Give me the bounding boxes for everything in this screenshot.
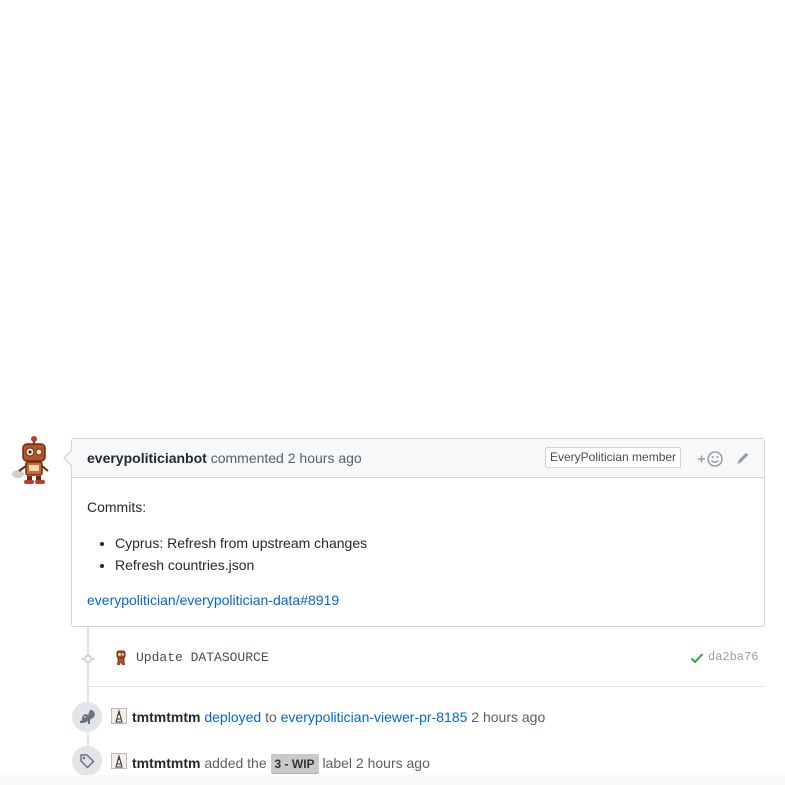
comment-action: commented [210,450,284,466]
edit-button[interactable] [735,450,751,466]
commit-sha[interactable]: da2ba76 [708,650,758,664]
comment-box: everypoliticianbot commented 2 hours ago… [63,438,765,627]
deploy-actor[interactable]: tmtmtmtm [132,709,200,725]
comment-body: Commits: Cyprus: Refresh from upstream c… [87,496,749,611]
deploy-event-text: tmtmtmtm deployed to everypolitician-vie… [132,709,545,725]
label-actor[interactable]: tmtmtmtm [132,755,200,771]
deploy-time[interactable]: 2 hours ago [471,709,545,725]
deployed-link[interactable]: deployed [204,709,261,725]
label-event-text: tmtmtmtm added the 3 - WIP label 2 hours… [132,754,430,774]
timeline-divider [87,686,765,687]
pencil-icon [737,452,749,464]
label-time[interactable]: 2 hours ago [356,755,430,771]
add-reaction-button[interactable] [696,449,724,469]
wip-label[interactable]: 3 - WIP [270,754,319,774]
list-item: Cyprus: Refresh from upstream changes [115,532,749,554]
deploy-badge [72,702,102,732]
smiley-icon [698,451,723,467]
list-item: Refresh countries.json [115,554,749,576]
commit-message[interactable]: Update DATASOURCE [136,650,269,665]
pr-reference-link[interactable]: everypolitician/everypolitician-data#891… [87,589,749,611]
deploy-connector: to [265,709,277,725]
actor-avatar[interactable] [111,708,127,724]
commits-heading: Commits: [87,499,147,515]
commit-icon [81,652,95,666]
label-event-badge [72,746,102,776]
squirrel-icon [80,710,95,724]
comment-time[interactable]: 2 hours ago [288,450,362,466]
commit-author-avatar[interactable] [113,649,129,666]
tag-icon [80,754,95,769]
environment-link[interactable]: everypolitician-viewer-pr-8185 [281,709,468,725]
label-suffix: label [322,755,353,771]
actor-avatar[interactable] [111,753,127,769]
comment-author[interactable]: everypoliticianbot [87,450,207,466]
comment-meta: everypoliticianbot commented 2 hours ago [87,450,362,466]
check-icon[interactable] [690,651,704,665]
bot-avatar[interactable] [10,436,54,486]
page-bottom-edge [0,775,785,785]
label-verb: added the [204,755,267,771]
comment-header: everypoliticianbot commented 2 hours ago… [65,439,764,478]
commit-list: Cyprus: Refresh from upstream changes Re… [87,532,749,576]
member-badge: EveryPolitician member [545,447,682,468]
comment-caret-inner [65,451,72,465]
